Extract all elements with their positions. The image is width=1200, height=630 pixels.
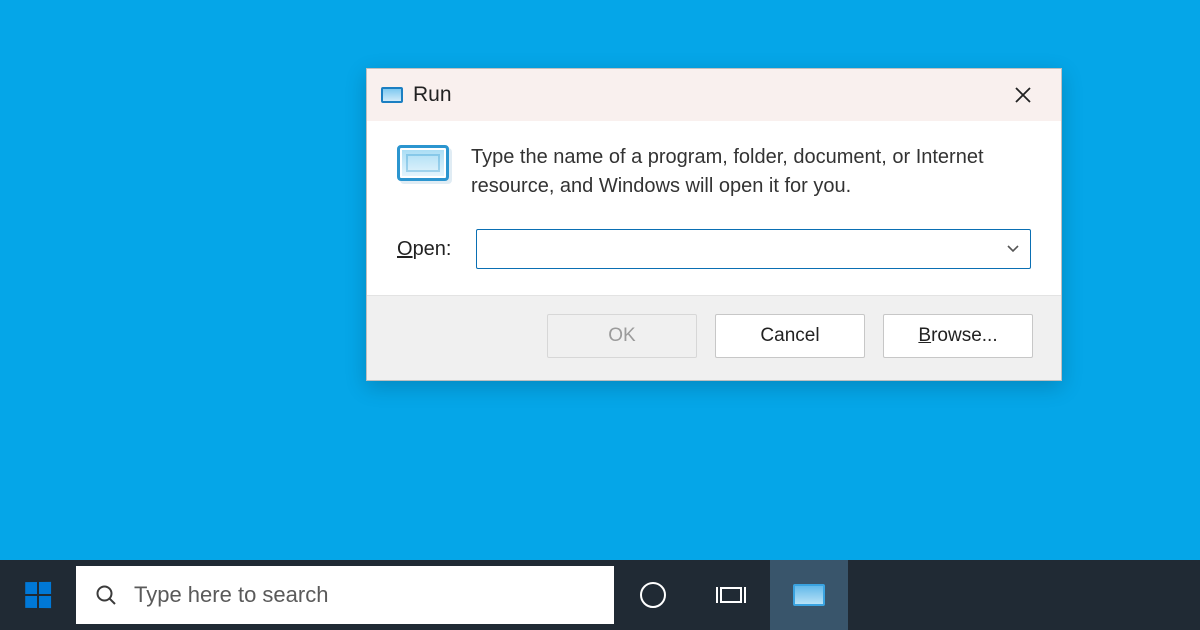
task-view-button[interactable]	[692, 560, 770, 630]
open-combobox[interactable]	[476, 229, 1032, 269]
browse-button[interactable]: Browse...	[883, 314, 1033, 358]
close-button[interactable]	[999, 69, 1047, 121]
cortana-icon	[640, 582, 666, 608]
dialog-description: Type the name of a program, folder, docu…	[471, 143, 1031, 201]
cancel-button[interactable]: Cancel	[715, 314, 865, 358]
taskbar-search[interactable]: Type here to search	[76, 566, 614, 624]
close-icon	[1014, 86, 1032, 104]
taskbar-items	[614, 560, 848, 630]
window-title: Run	[413, 83, 999, 107]
titlebar[interactable]: Run	[367, 69, 1061, 121]
search-icon	[94, 583, 118, 607]
dialog-footer: OK Cancel Browse...	[367, 295, 1061, 380]
start-button[interactable]	[0, 560, 76, 630]
run-icon	[381, 87, 403, 103]
search-placeholder: Type here to search	[134, 582, 328, 608]
open-label: Open:	[397, 238, 452, 261]
ok-button: OK	[547, 314, 697, 358]
dialog-body: Type the name of a program, folder, docu…	[367, 121, 1061, 295]
open-input[interactable]	[489, 239, 1001, 260]
run-dialog: Run Type the name of a program, folder, …	[366, 68, 1062, 381]
taskbar: Type here to search	[0, 560, 1200, 630]
windows-logo-icon	[25, 582, 51, 608]
task-view-icon	[716, 583, 746, 607]
chevron-down-icon[interactable]	[1000, 241, 1020, 257]
cortana-button[interactable]	[614, 560, 692, 630]
run-icon	[397, 145, 449, 181]
run-taskbar-item[interactable]	[770, 560, 848, 630]
run-icon	[793, 584, 825, 606]
